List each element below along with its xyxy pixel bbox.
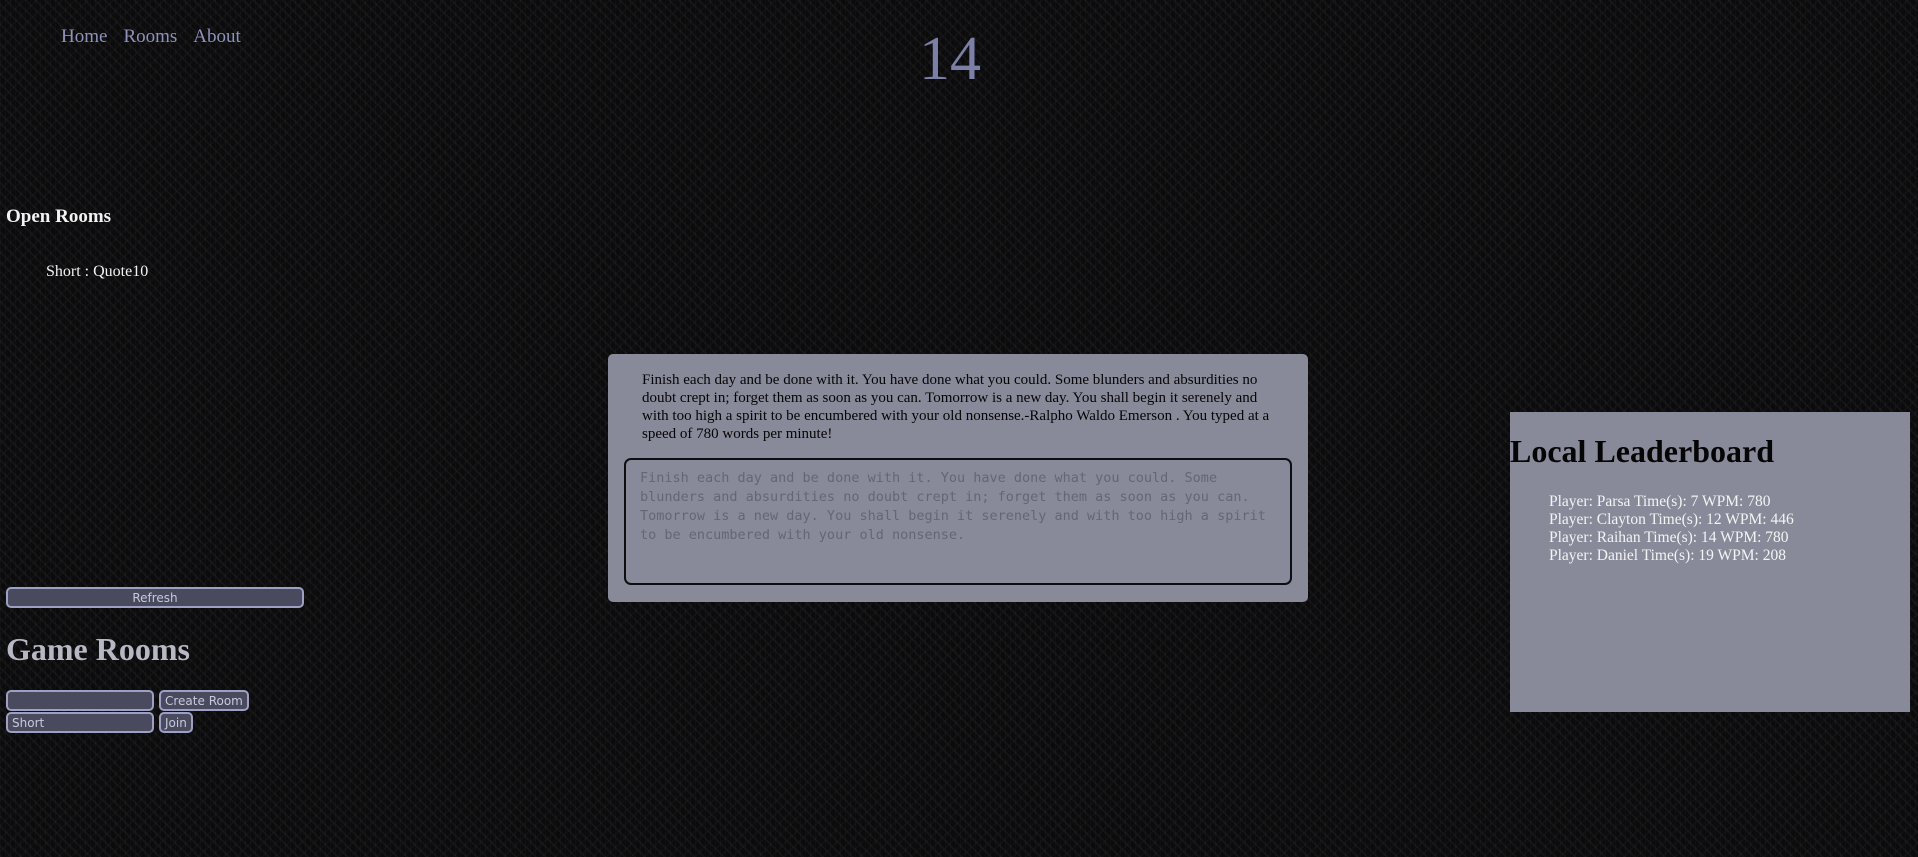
open-rooms-list: Short : Quote10: [46, 262, 148, 282]
typing-input[interactable]: [624, 458, 1292, 585]
leaderboard-entry: Player: Clayton Time(s): 12 WPM: 446: [1549, 511, 1794, 528]
leaderboard-entry: Player: Raihan Time(s): 14 WPM: 780: [1549, 529, 1789, 546]
open-room-item[interactable]: Short : Quote10: [46, 262, 148, 282]
nav-home-link[interactable]: Home: [61, 26, 107, 48]
local-leaderboard: Local Leaderboard Player: Parsa Time(s):…: [1510, 412, 1910, 712]
join-room-input[interactable]: [6, 712, 154, 733]
nav-rooms-link[interactable]: Rooms: [123, 26, 177, 48]
leaderboard-entry: Player: Daniel Time(s): 19 WPM: 208: [1549, 547, 1786, 564]
leaderboard-entry: Player: Parsa Time(s): 7 WPM: 780: [1549, 493, 1771, 510]
game-rooms-heading: Game Rooms: [6, 631, 190, 667]
open-rooms-heading: Open Rooms: [6, 206, 112, 227]
nav-about-link[interactable]: About: [193, 26, 241, 48]
leaderboard-list: Player: Parsa Time(s): 7 WPM: 780 Player…: [1549, 493, 1794, 565]
room-name-input[interactable]: [6, 690, 154, 711]
leaderboard-title: Local Leaderboard: [1510, 433, 1774, 469]
join-button[interactable]: Join: [159, 712, 193, 733]
refresh-button[interactable]: Refresh: [6, 587, 304, 608]
create-room-button[interactable]: Create Room: [159, 690, 249, 711]
typing-panel: Finish each day and be done with it. You…: [608, 354, 1308, 602]
quote-result-text: Finish each day and be done with it. You…: [642, 372, 1270, 442]
countdown-timer: 14: [919, 25, 981, 93]
top-nav: Home Rooms About: [61, 26, 241, 48]
